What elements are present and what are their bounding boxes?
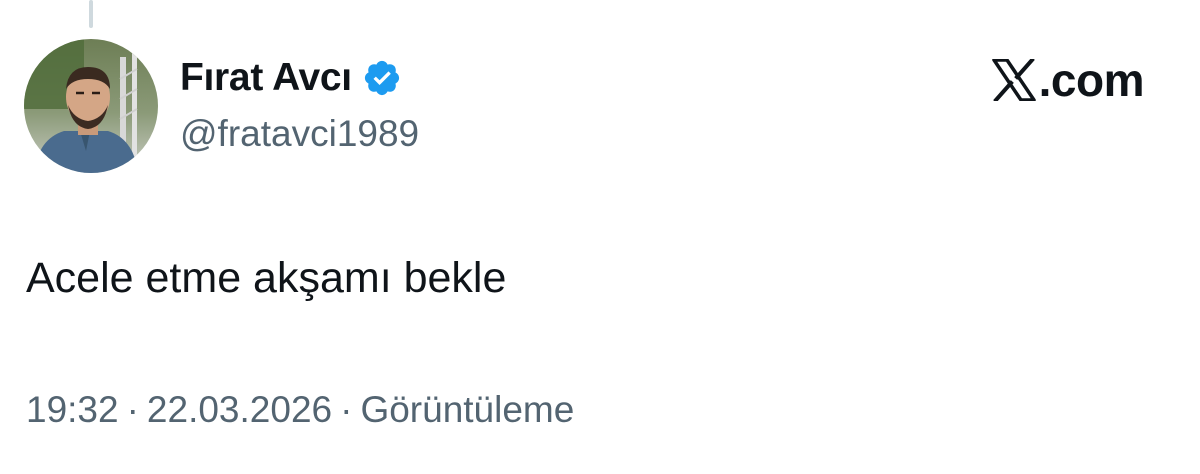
avatar[interactable] [24, 39, 158, 173]
views-label[interactable]: Görüntüleme [360, 387, 574, 433]
thread-connector-line [89, 0, 93, 28]
author-name-row: Fırat Avcı [180, 55, 402, 101]
brand-domain-text: .com [1038, 54, 1145, 106]
brand-logo[interactable]: .com [991, 52, 1145, 108]
author-handle[interactable]: @fratavci1989 [180, 112, 419, 156]
post-date[interactable]: 22.03.2026 [147, 387, 332, 433]
meta-separator: · [340, 389, 353, 430]
meta-separator: · [126, 389, 139, 430]
post-meta: 19:32 · 22.03.2026 · Görüntüleme [26, 387, 574, 433]
post-text: Acele etme akşamı bekle [26, 254, 507, 302]
author-display-name[interactable]: Fırat Avcı [180, 55, 352, 101]
post-time[interactable]: 19:32 [26, 387, 119, 433]
verified-badge-icon [362, 58, 402, 98]
x-logo-icon [991, 59, 1036, 101]
